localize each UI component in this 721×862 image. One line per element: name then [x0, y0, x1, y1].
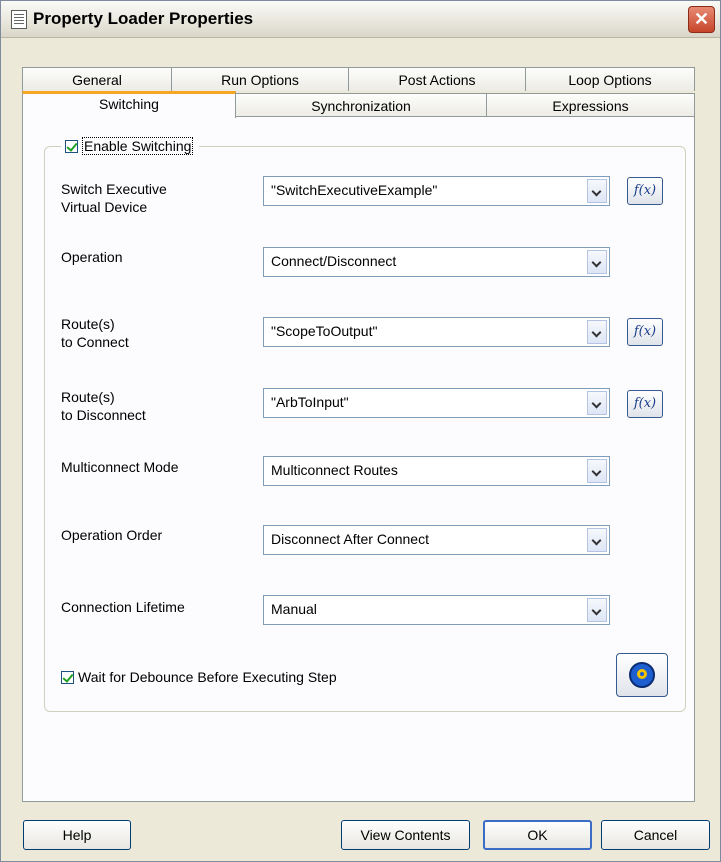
chevron-down-icon[interactable] [587, 250, 607, 274]
routes-to-disconnect-combo[interactable]: "ArbToInput" [263, 388, 610, 418]
switching-groupbox [44, 146, 686, 712]
document-icon [11, 10, 27, 29]
wait-for-debounce-label: Wait for Debounce Before Executing Step [78, 669, 337, 685]
window-title: Property Loader Properties [33, 9, 254, 28]
routes-to-connect-combo[interactable]: "ScopeToOutput" [263, 317, 610, 347]
chevron-down-icon[interactable] [587, 391, 607, 415]
tab-switching[interactable]: Switching [22, 91, 236, 118]
multiconnect-mode-value: Multiconnect Routes [271, 462, 398, 478]
chevron-down-icon[interactable] [587, 320, 607, 344]
expression-button-routes-disconnect[interactable]: f(x) [627, 390, 663, 418]
view-contents-button[interactable]: View Contents [341, 820, 470, 850]
multiconnect-mode-label: Multiconnect Mode [61, 459, 179, 475]
connection-lifetime-combo[interactable]: Manual [263, 595, 610, 625]
expression-button-routes-connect[interactable]: f(x) [627, 318, 663, 346]
title-bar: Property Loader Properties ✕ [1, 1, 720, 38]
routes-to-connect-value: "ScopeToOutput" [271, 323, 378, 339]
tab-run-options[interactable]: Run Options [171, 67, 349, 91]
enable-switching-label: Enable Switching [82, 137, 194, 155]
routes-to-connect-label: Route(s) to Connect [61, 316, 129, 350]
operation-combo[interactable]: Connect/Disconnect [263, 247, 610, 277]
routes-to-disconnect-value: "ArbToInput" [271, 394, 349, 410]
multiconnect-mode-combo[interactable]: Multiconnect Routes [263, 456, 610, 486]
tab-post-actions[interactable]: Post Actions [348, 67, 526, 91]
dialog-window: Property Loader Properties ✕ General Run… [0, 0, 721, 862]
switch-executive-combo[interactable]: "SwitchExecutiveExample" [263, 176, 610, 206]
operation-label: Operation [61, 249, 123, 265]
switch-executive-icon [629, 662, 655, 688]
operation-value: Connect/Disconnect [271, 253, 397, 269]
connection-lifetime-label: Connection Lifetime [61, 599, 185, 615]
cancel-button[interactable]: Cancel [601, 820, 710, 850]
help-button[interactable]: Help [23, 820, 131, 850]
enable-switching-checkbox[interactable]: Enable Switching [61, 136, 200, 156]
wait-for-debounce-checkbox[interactable]: Wait for Debounce Before Executing Step [61, 669, 337, 685]
operation-order-value: Disconnect After Connect [271, 531, 429, 547]
routes-to-disconnect-label: Route(s) to Disconnect [61, 389, 146, 423]
chevron-down-icon[interactable] [587, 459, 607, 483]
chevron-down-icon[interactable] [587, 598, 607, 622]
switch-executive-label: Switch Executive Virtual Device [61, 181, 167, 215]
expression-button-switch-executive[interactable]: f(x) [627, 177, 663, 205]
operation-order-label: Operation Order [61, 527, 163, 543]
switch-executive-value: "SwitchExecutiveExample" [271, 182, 438, 198]
connection-lifetime-value: Manual [271, 601, 317, 617]
close-button[interactable]: ✕ [688, 6, 715, 33]
operation-order-combo[interactable]: Disconnect After Connect [263, 525, 610, 555]
ok-button[interactable]: OK [483, 820, 592, 850]
checkbox-checked-icon[interactable] [65, 139, 78, 153]
checkbox-checked-icon[interactable] [61, 670, 74, 684]
tab-loop-options[interactable]: Loop Options [525, 67, 695, 91]
switch-executive-button[interactable] [616, 653, 668, 697]
chevron-down-icon[interactable] [587, 528, 607, 552]
tab-general[interactable]: General [22, 67, 172, 91]
tab-expressions[interactable]: Expressions [486, 93, 695, 117]
chevron-down-icon[interactable] [587, 179, 607, 203]
tab-synchronization[interactable]: Synchronization [235, 93, 487, 117]
